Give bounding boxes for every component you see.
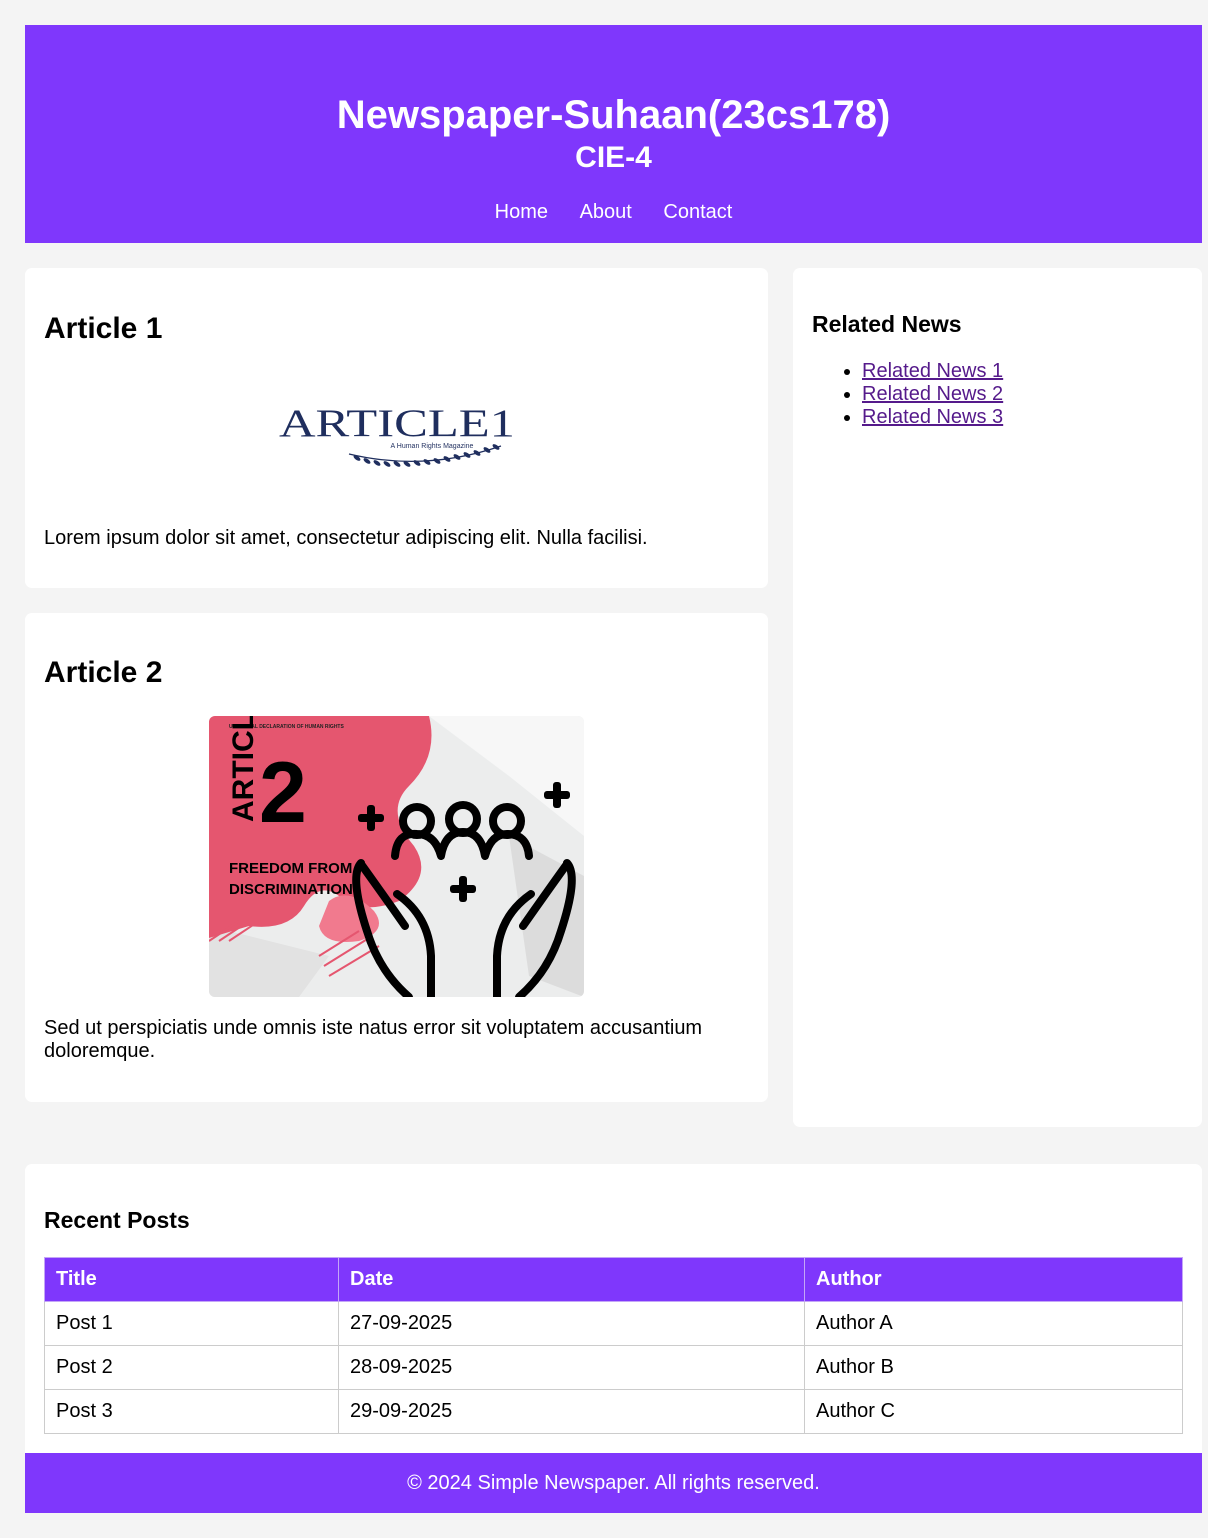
related-news-list: Related News 1 Related News 2 Related Ne… [842,360,1003,429]
post-title-cell: Post 3 [44,1389,339,1434]
related-news-link-3[interactable]: Related News 3 [862,406,1003,428]
nav-home[interactable]: Home [495,201,548,223]
article-title: Article 2 [44,656,163,689]
post-date-cell: 28-09-2025 [338,1345,805,1390]
image-article-number: 2 [259,745,307,841]
article1-logo-image: ARTICLE1 A Human Rights Magazine [279,402,515,467]
post-date-cell: 29-09-2025 [338,1389,805,1434]
nav-about[interactable]: About [580,201,632,223]
column-header-title: Title [44,1257,339,1302]
table-row: Post 3 29-09-2025 Author C [44,1389,1183,1434]
table-header-row: Title Date Author [44,1257,1183,1302]
post-author-cell: Author C [804,1389,1183,1434]
nav-contact[interactable]: Contact [663,201,732,223]
post-title-cell: Post 1 [44,1301,339,1346]
table-row: Post 1 27-09-2025 Author A [44,1301,1183,1346]
article-card-1: Article 1 ARTICLE1 A Human Rights Magazi… [25,268,768,588]
site-subtitle: CIE-4 [575,141,652,174]
site-title: Newspaper-Suhaan(23cs178) [336,93,891,137]
article-text: Lorem ipsum dolor sit amet, consectetur … [44,527,648,549]
post-author-cell: Author B [804,1345,1183,1390]
list-item: Related News 1 [862,360,1003,383]
logo-wordmark: ARTICLE1 [279,402,515,445]
related-news-sidebar: Related News Related News 1 Related News… [793,268,1202,1127]
article-title: Article 1 [44,312,163,345]
column-header-date: Date [338,1257,805,1302]
image-article-word: ARTICLE [227,716,260,822]
recent-posts-title: Recent Posts [44,1207,190,1233]
site-footer: © 2024 Simple Newspaper. All rights rese… [25,1453,1202,1513]
recent-posts-section: Recent Posts Title Date Author Post 1 27… [25,1164,1202,1454]
image-caption-line2: DISCRIMINATION [229,881,353,898]
article-text: Sed ut perspiciatis unde omnis iste natu… [44,1017,703,1062]
post-title-cell: Post 2 [44,1345,339,1390]
article-card-2: Article 2 UNIVERSAL DECLARATION OF HUMAN… [25,613,768,1102]
list-item: Related News 2 [862,383,1003,406]
post-date-cell: 27-09-2025 [338,1301,805,1346]
article2-image: UNIVERSAL DECLARATION OF HUMAN RIGHTS AR… [209,716,584,997]
related-news-link-1[interactable]: Related News 1 [862,360,1003,382]
sidebar-title: Related News [812,311,962,337]
logo-tagline: A Human Rights Magazine [391,443,474,450]
footer-text: © 2024 Simple Newspaper. All rights rese… [407,1472,820,1494]
image-caption-line1: FREEDOM FROM [229,860,352,877]
table-row: Post 2 28-09-2025 Author B [44,1345,1183,1390]
column-header-author: Author [804,1257,1183,1302]
related-news-link-2[interactable]: Related News 2 [862,383,1003,405]
recent-posts-table: Title Date Author Post 1 27-09-2025 Auth… [44,1257,1183,1434]
site-header: Newspaper-Suhaan(23cs178) CIE-4 Home Abo… [25,25,1202,243]
post-author-cell: Author A [804,1301,1183,1346]
list-item: Related News 3 [862,406,1003,429]
main-nav: Home About Contact [25,200,1202,224]
